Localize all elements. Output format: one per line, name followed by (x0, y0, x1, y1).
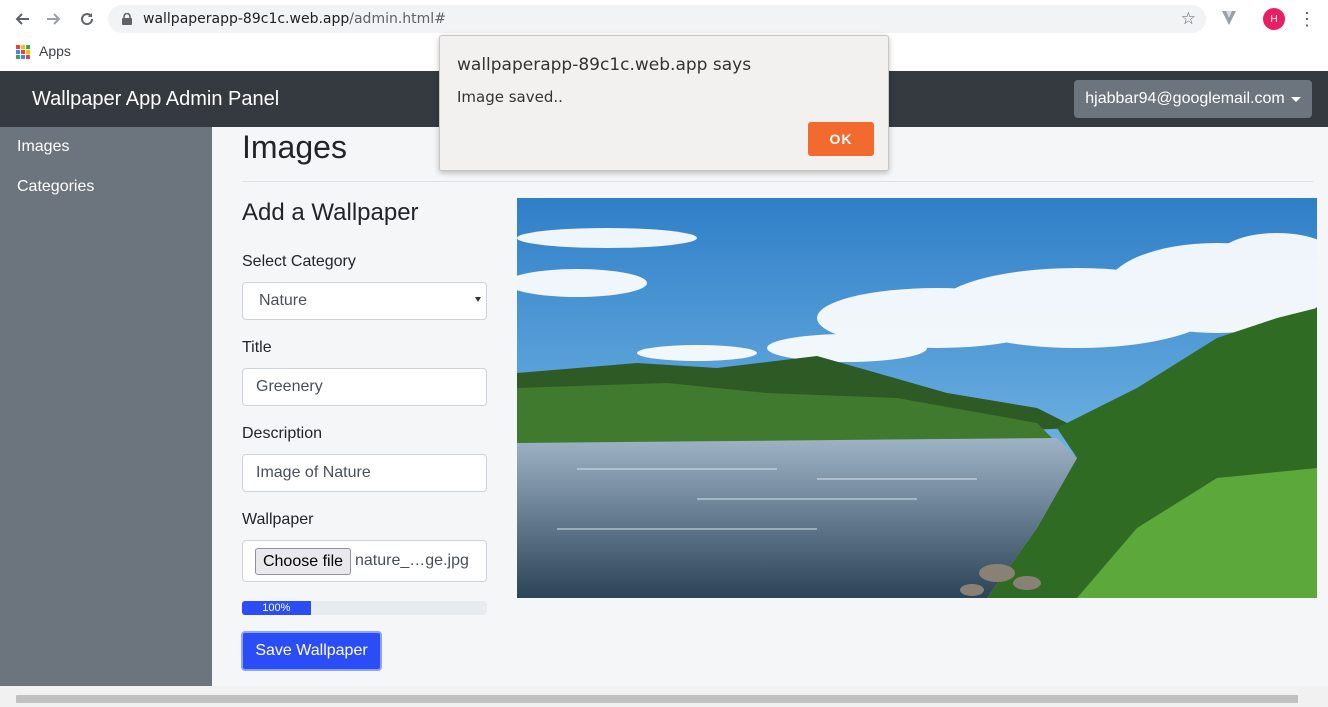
bookmark-star-icon[interactable]: ☆ (1181, 9, 1196, 29)
select-arrow-icon (475, 297, 481, 302)
wallpaper-label: Wallpaper (242, 511, 314, 528)
navbar-brand[interactable]: Wallpaper App Admin Panel (32, 88, 279, 111)
extension-icon[interactable] (1219, 8, 1239, 28)
upload-progress-bar: 100% (242, 601, 311, 615)
description-input[interactable]: Image of Nature (242, 454, 487, 492)
user-email: hjabbar94@googlemail.com (1085, 90, 1285, 107)
browser-menu-icon[interactable]: ⋮ (1298, 7, 1316, 31)
title-divider (242, 181, 1313, 182)
form-heading: Add a Wallpaper (242, 199, 419, 226)
profile-avatar[interactable]: H (1263, 8, 1285, 30)
dialog-ok-button[interactable]: OK (808, 122, 874, 156)
sidebar: Images Categories (0, 127, 212, 686)
sidebar-item-images[interactable]: Images (17, 138, 69, 156)
user-dropdown-button[interactable]: hjabbar94@googlemail.com (1074, 80, 1312, 118)
wallpaper-preview-image (517, 198, 1317, 598)
scrollbar-thumb[interactable] (16, 695, 1298, 703)
alert-dialog: wallpaperapp-89c1c.web.app says Image sa… (439, 35, 889, 171)
horizontal-scrollbar[interactable] (0, 686, 1328, 707)
page-title: Images (242, 129, 347, 165)
upload-progress: 100% (242, 601, 487, 615)
reload-icon[interactable] (75, 7, 99, 31)
apps-bookmark-label[interactable]: Apps (39, 43, 71, 59)
save-wallpaper-button[interactable]: Save Wallpaper (241, 631, 382, 671)
wallpaper-file-input: Choose file nature_…ge.jpg (242, 540, 487, 582)
address-bar[interactable]: wallpaperapp-89c1c.web.app/admin.html# ☆ (108, 5, 1206, 33)
sidebar-item-categories[interactable]: Categories (17, 178, 94, 196)
back-arrow-icon[interactable] (10, 7, 34, 31)
forward-arrow-icon[interactable] (42, 7, 66, 31)
title-input[interactable]: Greenery (242, 368, 487, 406)
description-label: Description (242, 425, 323, 442)
description-input-value: Image of Nature (256, 464, 371, 481)
apps-grid-icon[interactable] (16, 45, 30, 59)
choose-file-button[interactable]: Choose file (255, 548, 351, 575)
dialog-message: Image saved.. (457, 88, 563, 106)
url-text: wallpaperapp-89c1c.web.app/admin.html# (143, 11, 446, 27)
title-input-value: Greenery (256, 378, 323, 395)
dialog-title: wallpaperapp-89c1c.web.app says (457, 55, 752, 75)
selected-file-name: nature_…ge.jpg (355, 552, 469, 569)
caret-down-icon (1290, 96, 1301, 102)
category-select[interactable]: Nature (242, 282, 487, 320)
category-select-value: Nature (259, 292, 308, 309)
title-label: Title (242, 339, 272, 356)
lock-icon (122, 13, 132, 25)
category-label: Select Category (242, 253, 356, 270)
